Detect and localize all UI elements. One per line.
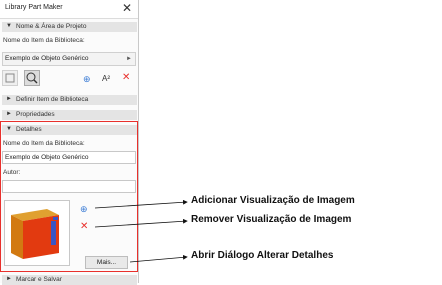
annotation-open-details: Abrir Diálogo Alterar Detalhes xyxy=(191,250,334,261)
arrow-remove-preview xyxy=(94,218,188,228)
arrow-open-details xyxy=(129,254,188,263)
annotation-remove-preview: Remover Visualização de Imagem xyxy=(191,214,352,225)
annotation-arrows xyxy=(94,199,188,263)
arrow-add-preview xyxy=(94,199,188,209)
annotation-add-preview: Adicionar Visualização de Imagem xyxy=(191,195,355,206)
